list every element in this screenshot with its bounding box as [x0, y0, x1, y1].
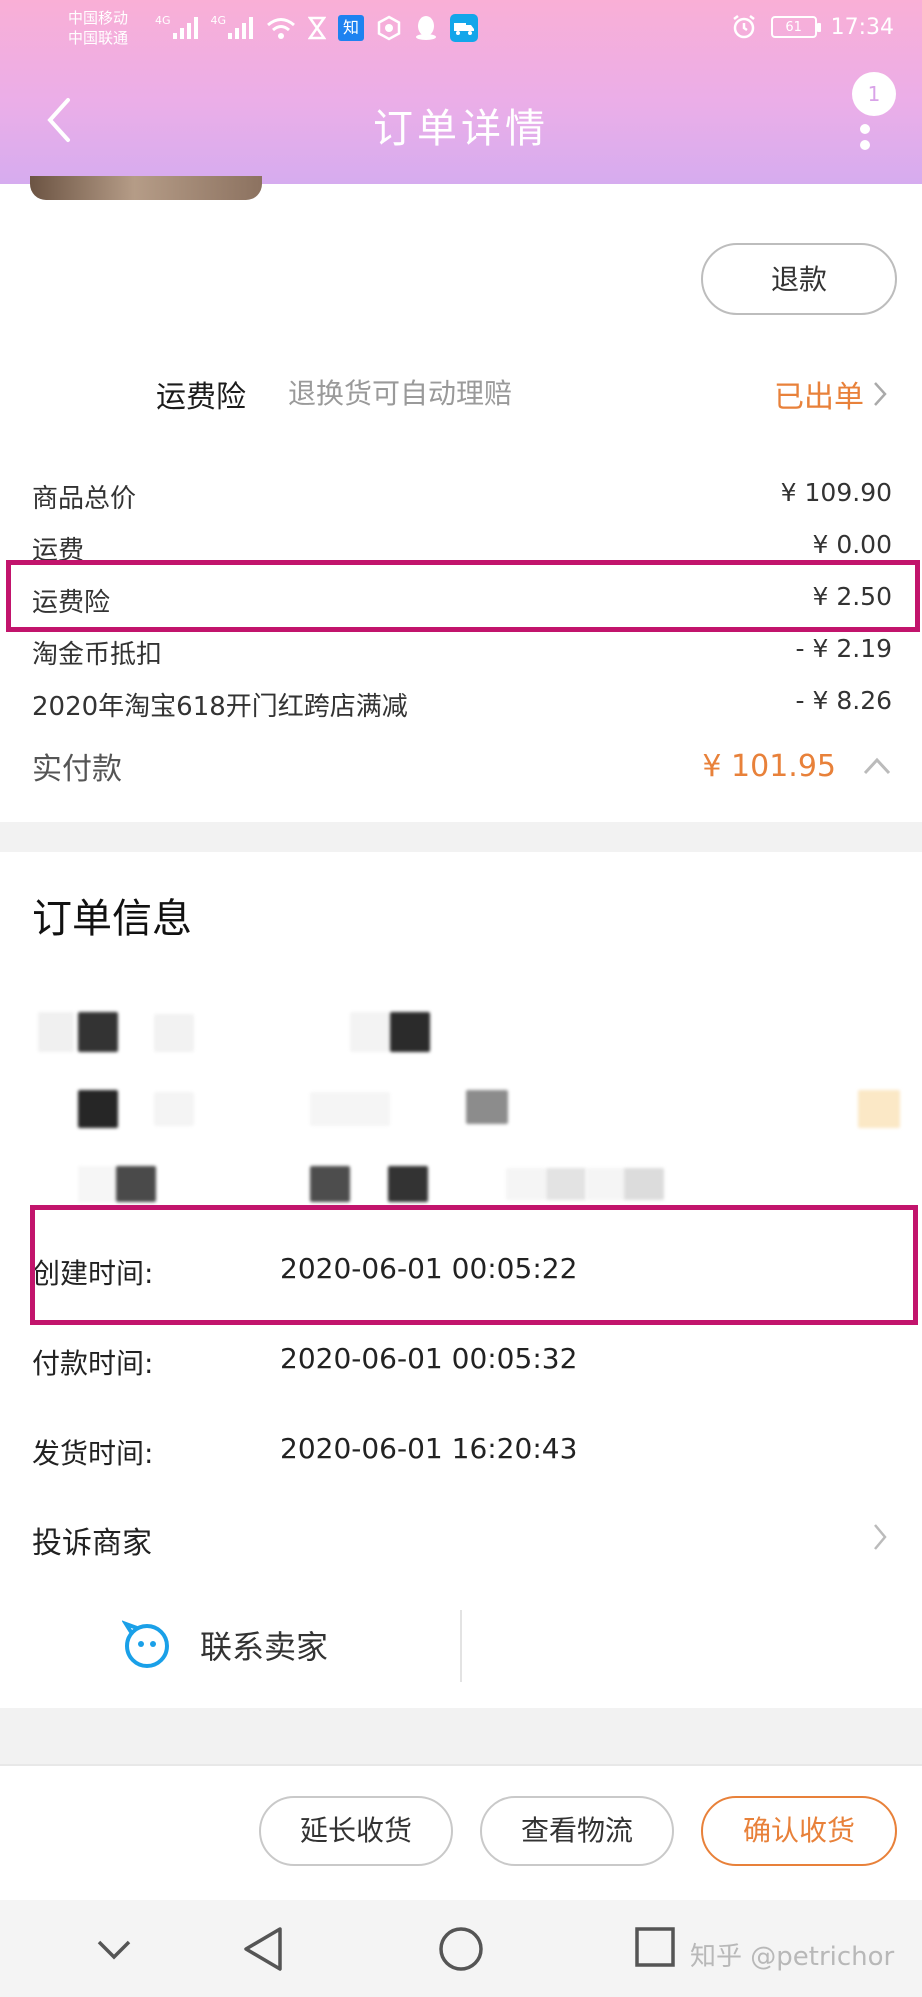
network-1: 4G [155, 14, 171, 27]
redacted-block [506, 1168, 546, 1200]
signal-icon [228, 17, 254, 39]
watermark: 知乎 @petrichor [690, 1942, 895, 1972]
redacted-block [78, 1012, 118, 1052]
qq-icon [416, 16, 437, 40]
redacted-block [116, 1166, 156, 1202]
highlight-box-insurance [6, 560, 920, 632]
product-image [30, 176, 262, 200]
redacted-block [546, 1168, 586, 1200]
insurance-status-text: 已出单 [774, 380, 864, 415]
info-value: 2020-06-01 16:20:43 [280, 1432, 578, 1465]
redacted-block [858, 1090, 900, 1128]
redacted-block [466, 1090, 508, 1124]
divider [460, 1610, 462, 1682]
nav-home-icon[interactable] [438, 1926, 484, 1972]
redacted-block [154, 1014, 194, 1052]
signal-icon [172, 17, 198, 39]
actual-payment-row: 实付款 ¥ 101.95 [32, 744, 892, 788]
page-title: 订单详情 [373, 106, 549, 152]
carrier-info: 中国移动 中国联通 [68, 8, 128, 48]
contact-seller-label: 联系卖家 [200, 1628, 329, 1666]
alarm-icon [732, 15, 755, 39]
highlight-box-created-time [30, 1205, 918, 1325]
extend-receipt-button[interactable]: 延长收货 [259, 1796, 453, 1866]
contact-seller-button[interactable]: 联系卖家 [122, 1620, 328, 1670]
view-logistics-button[interactable]: 查看物流 [480, 1796, 674, 1866]
info-label: 发货时间: [32, 1437, 154, 1470]
redacted-block [586, 1168, 626, 1200]
complain-merchant-label: 投诉商家 [32, 1526, 152, 1561]
carrier-2: 中国联通 [68, 29, 129, 47]
battery-icon: 61 [770, 16, 821, 38]
more-dots-icon [860, 124, 870, 134]
redacted-block [388, 1166, 428, 1202]
price-value: - ¥ 2.19 [795, 634, 892, 663]
actual-payment-value: ¥ 101.95 [702, 748, 836, 784]
network-2: 4G [210, 14, 227, 27]
nav-back-icon[interactable] [242, 1926, 284, 1972]
carrier-1: 中国移动 [68, 9, 129, 27]
redacted-block [310, 1166, 350, 1202]
chevron-up-icon[interactable] [862, 756, 892, 776]
info-value: 2020-06-01 00:05:32 [280, 1342, 578, 1375]
redacted-block [38, 1012, 74, 1052]
hexagon-app-icon [377, 15, 401, 41]
redacted-block [78, 1090, 118, 1128]
more-menu-button[interactable]: 1 [842, 72, 902, 152]
redacted-block [624, 1168, 664, 1200]
chevron-down-icon[interactable] [96, 1938, 132, 1962]
insurance-description: 退换货可自动理赔 [288, 377, 513, 410]
price-label: 商品总价 [32, 484, 137, 514]
redacted-block [390, 1012, 430, 1052]
price-value: ¥ 109.90 [780, 478, 892, 507]
notification-badge: 1 [852, 72, 896, 116]
more-dot [860, 140, 870, 150]
nav-recents-icon[interactable] [634, 1926, 676, 1968]
actual-payment-value-wrap: ¥ 101.95 [702, 749, 892, 784]
chevron-right-icon [874, 1524, 887, 1550]
insurance-status-link[interactable]: 已出单 [774, 372, 888, 416]
chat-bubble-icon [122, 1620, 169, 1668]
redacted-block [154, 1092, 194, 1126]
wifi-icon [267, 18, 296, 39]
clock: 17:34 [830, 14, 894, 40]
insurance-label: 运费险 [156, 380, 246, 415]
confirm-receipt-button[interactable]: 确认收货 [701, 1796, 897, 1866]
header-bar: 中国移动 中国联通 4G 4G 知 61 17:34 订单详情 1 [0, 0, 922, 184]
price-value: - ¥ 8.26 [795, 686, 892, 715]
actual-payment-label: 实付款 [32, 752, 122, 787]
redacted-block [78, 1166, 116, 1202]
zhihu-app-icon: 知 [338, 15, 365, 41]
info-label: 付款时间: [32, 1347, 154, 1380]
price-row: 淘金币抵扣 - ¥ 2.19 [32, 634, 892, 671]
chevron-right-icon [874, 382, 887, 406]
order-info-title: 订单信息 [32, 896, 192, 942]
divider [0, 1764, 922, 1766]
section-divider [0, 1708, 922, 1764]
status-icons: 4G 4G 知 [155, 14, 479, 42]
hourglass-icon [308, 16, 327, 40]
refund-button[interactable]: 退款 [701, 243, 897, 315]
status-right: 61 17:34 [731, 14, 894, 40]
price-row: 2020年淘宝618开门红跨店满减 - ¥ 8.26 [32, 686, 892, 723]
price-label: 淘金币抵扣 [32, 640, 163, 670]
price-label: 2020年淘宝618开门红跨店满减 [32, 692, 408, 722]
complain-merchant-row[interactable]: 投诉商家 [32, 1518, 892, 1562]
price-row: 商品总价 ¥ 109.90 [32, 478, 892, 515]
redacted-block [350, 1012, 390, 1052]
section-divider [0, 822, 922, 852]
delivery-app-icon [450, 14, 479, 42]
redacted-block [310, 1092, 390, 1126]
